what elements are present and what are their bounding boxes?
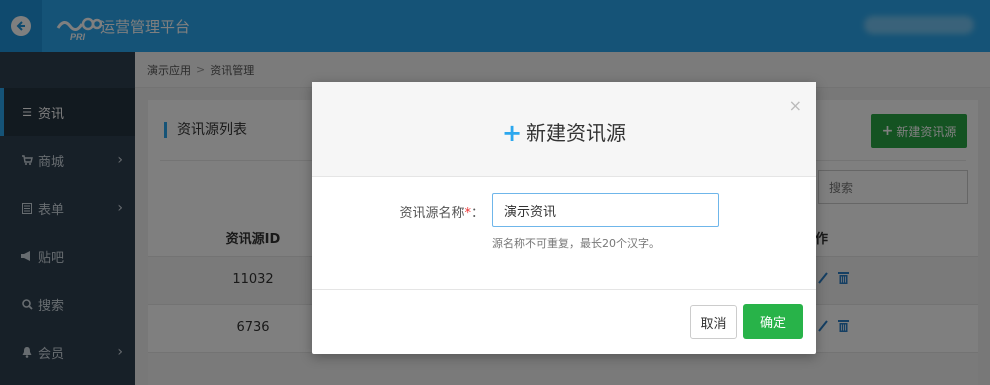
- divider: [312, 289, 816, 290]
- source-name-help: 源名称不可重复，最长20个汉字。: [492, 237, 660, 250]
- close-icon[interactable]: ×: [789, 96, 802, 115]
- dialog-header: + 新建资讯源 ×: [312, 82, 816, 177]
- dialog-title: + 新建资讯源: [312, 117, 816, 147]
- dialog-title-text: 新建资讯源: [526, 121, 627, 145]
- source-name-label: 资讯源名称*：: [372, 202, 484, 221]
- plus-icon: +: [501, 119, 523, 147]
- cancel-button[interactable]: 取消: [690, 305, 737, 339]
- confirm-button[interactable]: 确定: [743, 304, 803, 339]
- label-colon: ：: [470, 206, 484, 221]
- source-name-input[interactable]: [492, 193, 719, 227]
- new-source-dialog: +新建资讯源 × 资讯源名称*： 源名称不可重复，最长20个汉字。 取消 确定: [312, 82, 816, 354]
- source-name-label-text: 资讯源名称: [399, 206, 465, 221]
